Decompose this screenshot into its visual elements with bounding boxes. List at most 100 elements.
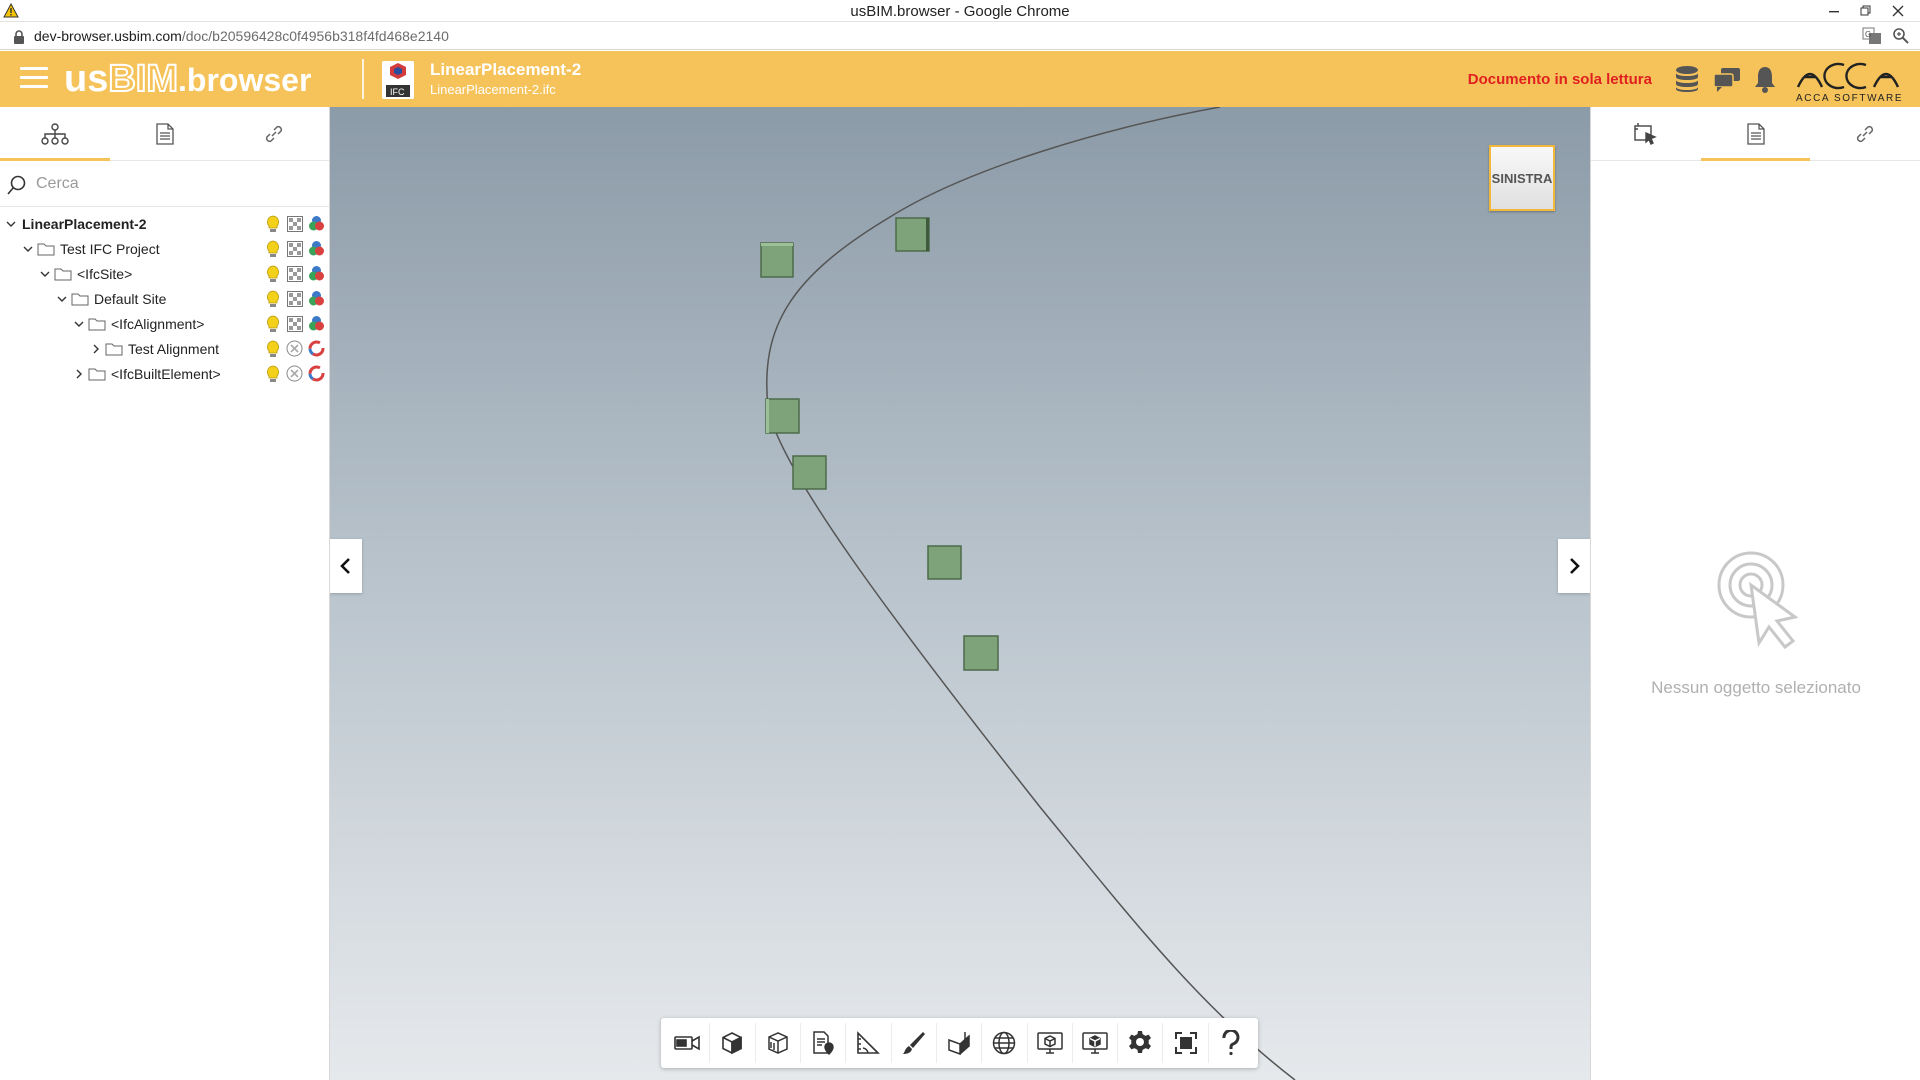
measure-angle-button[interactable]: [846, 1023, 892, 1063]
tree-row[interactable]: <IfcAlignment>: [0, 311, 329, 336]
transparency-off-icon[interactable]: [285, 364, 304, 383]
right-tabs: [1591, 107, 1920, 161]
search-input[interactable]: [36, 171, 316, 197]
tab-links[interactable]: [219, 107, 329, 160]
placement-marker[interactable]: [895, 217, 930, 252]
color-rgb-icon[interactable]: [307, 264, 326, 283]
translate-icon[interactable]: G: [1862, 27, 1882, 45]
camera-icon: [673, 1032, 701, 1054]
brush-button[interactable]: [892, 1023, 937, 1063]
visibility-bulb-icon[interactable]: [263, 214, 282, 233]
alignment-curve[interactable]: [766, 107, 1296, 1080]
tree-item-label: <IfcSite>: [77, 265, 133, 282]
menu-button[interactable]: [20, 67, 48, 91]
box-section-button[interactable]: [756, 1023, 801, 1063]
tree-row[interactable]: Test IFC Project: [0, 236, 329, 261]
nav-cube-label: SINISTRA: [1491, 170, 1553, 186]
section-plane-icon: [946, 1030, 972, 1056]
placement-marker[interactable]: [963, 635, 999, 671]
transparency-checker-icon[interactable]: [285, 239, 304, 258]
usbim-logo[interactable]: usBIM.browser: [64, 57, 311, 102]
visibility-bulb-icon[interactable]: [263, 264, 282, 283]
chevron-down-icon[interactable]: [72, 317, 86, 331]
visibility-bulb-icon[interactable]: [263, 239, 282, 258]
document-pin-button[interactable]: [801, 1023, 847, 1063]
monitor-cube-button[interactable]: [1028, 1023, 1073, 1063]
zoom-icon[interactable]: [1892, 27, 1910, 45]
transparency-checker-icon[interactable]: [285, 289, 304, 308]
nav-cube[interactable]: SINISTRA: [1489, 145, 1555, 211]
color-rgb-icon[interactable]: [307, 214, 326, 233]
close-window-button[interactable]: [1882, 1, 1914, 21]
alignment-scene[interactable]: [330, 107, 1590, 1080]
tab-hierarchy[interactable]: [0, 107, 110, 161]
color-ring-icon[interactable]: [307, 364, 326, 383]
restore-button[interactable]: [1850, 1, 1882, 21]
database-icon[interactable]: [1672, 64, 1702, 94]
minimize-button[interactable]: [1818, 1, 1850, 21]
visibility-bulb-icon[interactable]: [263, 314, 282, 333]
cube-view-button[interactable]: [710, 1023, 756, 1063]
transparency-checker-icon[interactable]: [285, 314, 304, 333]
folder-icon: [54, 267, 72, 281]
3d-viewport[interactable]: SINISTRA: [330, 107, 1590, 1080]
transparency-checker-icon[interactable]: [285, 264, 304, 283]
acca-software-logo[interactable]: ACCA SOFTWARE: [1792, 55, 1908, 105]
chevron-down-icon[interactable]: [4, 217, 18, 231]
address-bar[interactable]: dev-browser.usbim.com/doc/b20596428c0f49…: [0, 23, 1920, 50]
visibility-bulb-icon[interactable]: [263, 289, 282, 308]
bell-icon[interactable]: [1750, 64, 1780, 94]
folder-icon: [71, 292, 89, 306]
url-text[interactable]: dev-browser.usbim.com/doc/b20596428c0f49…: [34, 28, 449, 44]
globe-button[interactable]: [982, 1023, 1028, 1063]
tab-links-right[interactable]: [1810, 107, 1920, 160]
tree-row[interactable]: <IfcSite>: [0, 261, 329, 286]
document-pin-icon: [810, 1030, 836, 1056]
fit-screen-button[interactable]: [1163, 1023, 1209, 1063]
monitor-3d-icon: [1081, 1030, 1109, 1056]
color-ring-icon[interactable]: [307, 339, 326, 358]
acca-logo-subtext: ACCA SOFTWARE: [1796, 93, 1903, 104]
visibility-bulb-icon[interactable]: [263, 339, 282, 358]
tree-row[interactable]: <IfcBuiltElement>: [0, 361, 329, 386]
chat-icon[interactable]: [1712, 64, 1742, 94]
tree-item-label: Test Alignment: [128, 340, 220, 357]
tree-item-label: LinearPlacement-2: [22, 215, 147, 232]
tree-row[interactable]: LinearPlacement-2: [0, 211, 329, 236]
collapse-right-panel-button[interactable]: [1558, 539, 1590, 593]
collapse-left-panel-button[interactable]: [330, 539, 362, 593]
tree-row[interactable]: Test Alignment: [0, 336, 329, 361]
settings-gear-button[interactable]: [1118, 1023, 1164, 1063]
camera-button[interactable]: [665, 1023, 711, 1063]
settings-gear-icon: [1127, 1030, 1153, 1056]
placement-marker[interactable]: [792, 455, 827, 490]
color-rgb-icon[interactable]: [307, 314, 326, 333]
placement-marker[interactable]: [760, 242, 794, 278]
chevron-down-icon[interactable]: [21, 242, 35, 256]
empty-selection: Nessun oggetto selezionato: [1591, 547, 1920, 698]
tab-properties[interactable]: [110, 107, 220, 160]
tree-row[interactable]: Default Site: [0, 286, 329, 311]
brand-bim: BIM: [107, 57, 179, 101]
tab-properties-right[interactable]: [1700, 107, 1811, 161]
chevron-down-icon[interactable]: [38, 267, 52, 281]
restore-icon: [1860, 5, 1871, 16]
visibility-bulb-icon[interactable]: [263, 364, 282, 383]
box-section-icon: [765, 1030, 791, 1056]
tab-selection[interactable]: [1591, 107, 1701, 160]
monitor-3d-button[interactable]: [1073, 1023, 1119, 1063]
transparency-checker-icon[interactable]: [285, 214, 304, 233]
section-plane-button[interactable]: [937, 1023, 983, 1063]
transparency-off-icon[interactable]: [285, 339, 304, 358]
chevron-down-icon[interactable]: [55, 292, 69, 306]
chevron-right-icon[interactable]: [89, 342, 103, 356]
placement-marker[interactable]: [927, 545, 962, 580]
link-icon: [1857, 125, 1874, 142]
color-rgb-icon[interactable]: [307, 289, 326, 308]
placement-marker[interactable]: [765, 398, 800, 434]
tree-item-label: <IfcBuiltElement>: [111, 365, 221, 382]
folder-icon: [88, 367, 106, 381]
chevron-right-icon[interactable]: [72, 367, 86, 381]
color-rgb-icon[interactable]: [307, 239, 326, 258]
help-button[interactable]: [1209, 1023, 1254, 1063]
